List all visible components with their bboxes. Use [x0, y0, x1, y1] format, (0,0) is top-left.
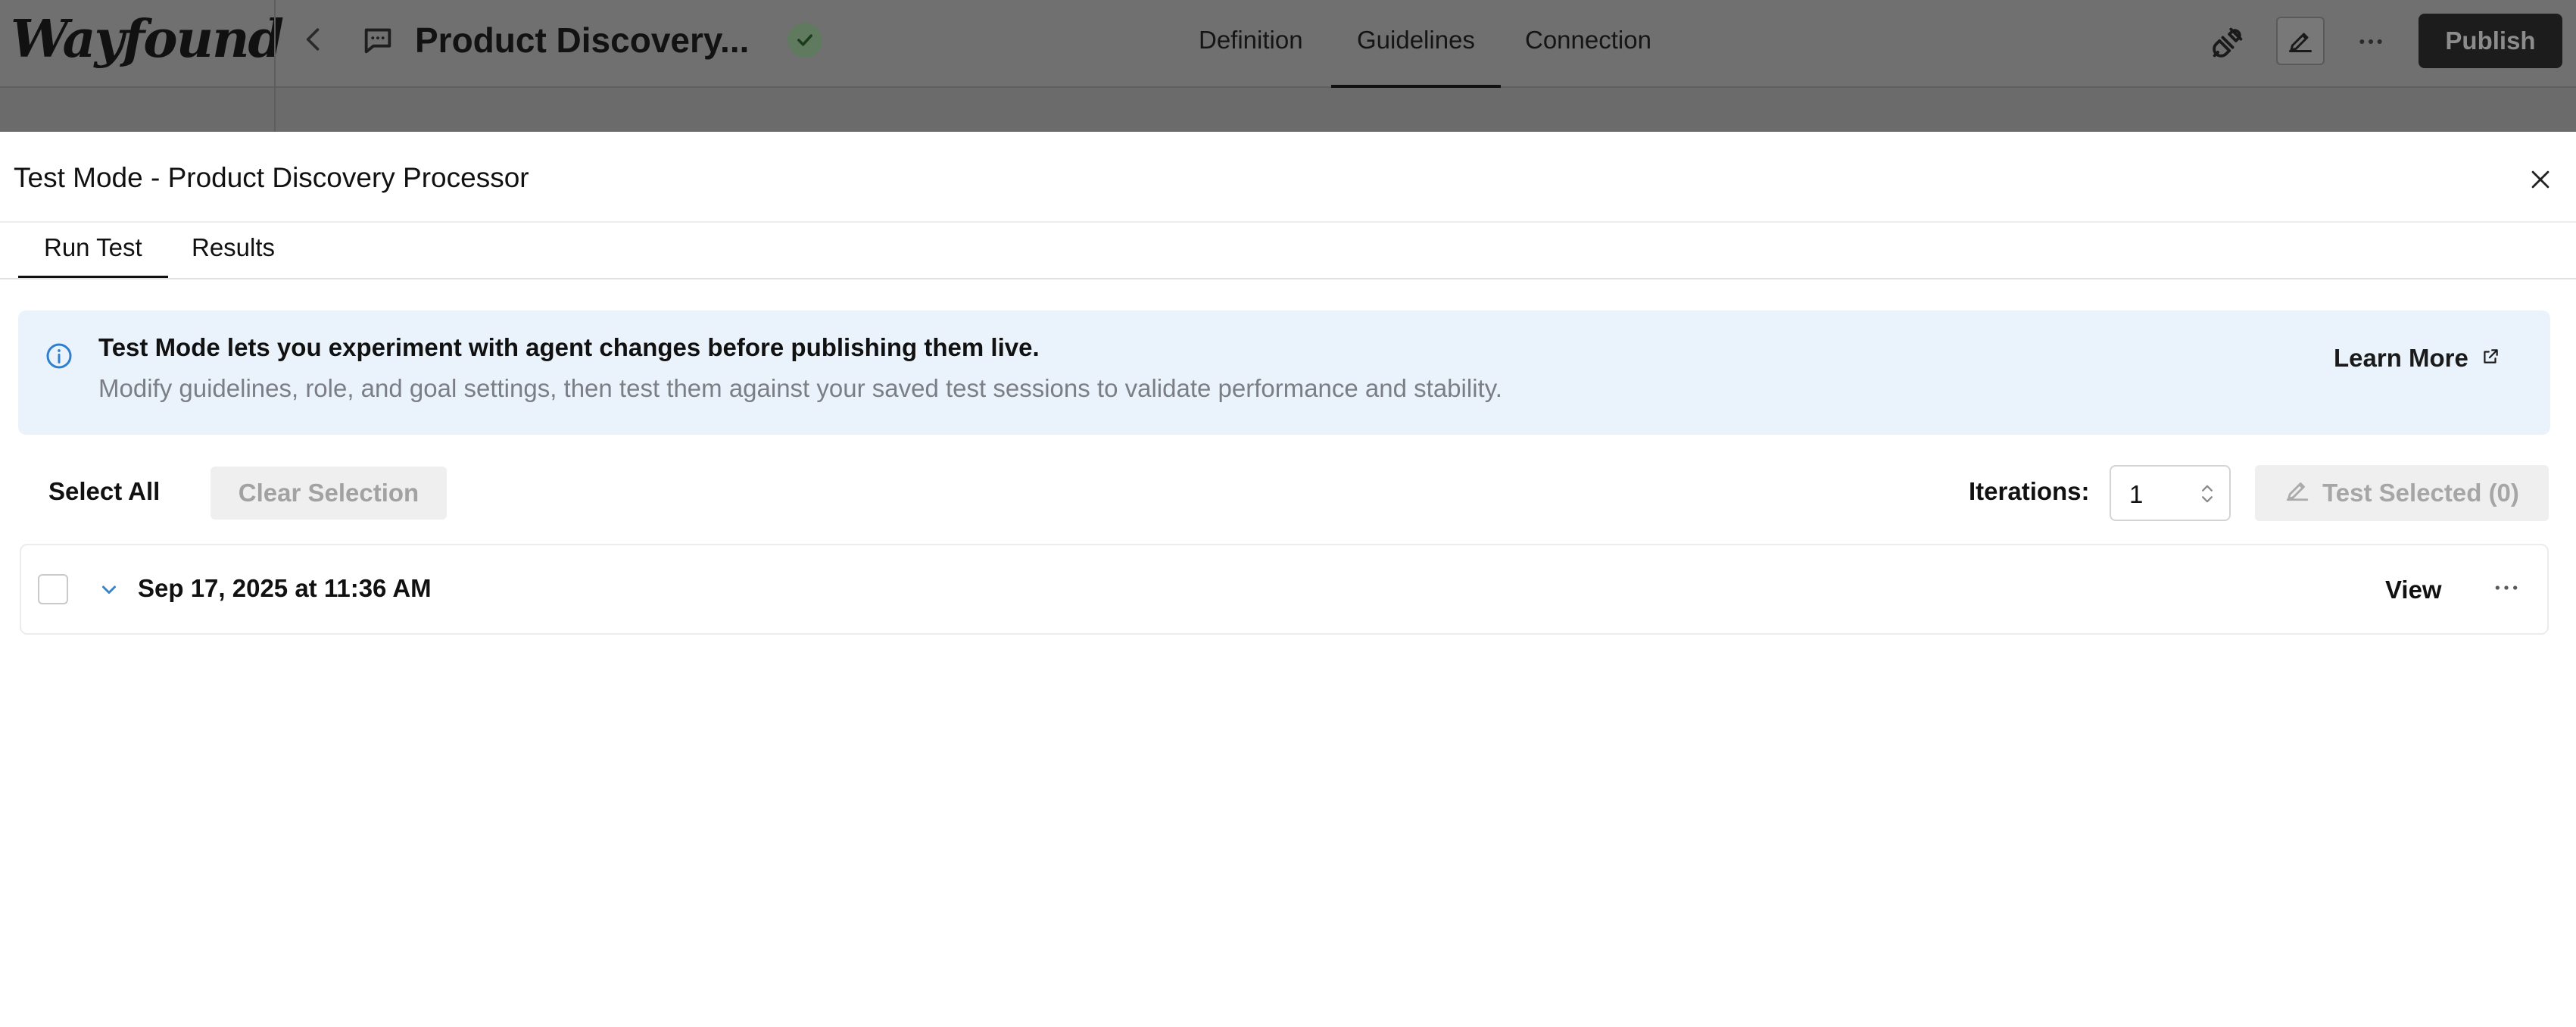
tab-run-test[interactable]: Run Test	[44, 233, 142, 262]
tab-results[interactable]: Results	[192, 233, 275, 262]
sidebar-divider	[274, 0, 276, 132]
clear-selection-button[interactable]: Clear Selection	[211, 467, 447, 520]
close-icon[interactable]	[2521, 161, 2559, 198]
chevron-down-icon[interactable]	[95, 576, 123, 603]
nav-tab-definition[interactable]: Definition	[1199, 26, 1303, 55]
test-selected-button[interactable]: Test Selected (0)	[2255, 465, 2549, 521]
check-icon	[787, 23, 822, 58]
tabs-divider	[0, 278, 2576, 279]
pen-test-icon	[2284, 477, 2310, 509]
learn-more-label: Learn More	[2334, 344, 2468, 372]
test-selected-label: Test Selected (0)	[2322, 479, 2519, 507]
session-row[interactable]: Sep 17, 2025 at 11:36 AM View	[20, 544, 2549, 635]
select-all-button[interactable]: Select All	[48, 477, 160, 506]
back-chevron-icon[interactable]	[297, 23, 330, 56]
modal-divider	[0, 221, 2576, 223]
iterations-label: Iterations:	[1969, 477, 2090, 505]
view-button[interactable]: View	[2385, 576, 2442, 604]
info-icon	[44, 341, 74, 371]
modal-title: Test Mode - Product Discovery Processor	[14, 162, 529, 193]
session-checkbox[interactable]	[38, 574, 68, 604]
more-icon[interactable]	[2491, 573, 2526, 607]
pen-edit-icon[interactable]	[2276, 17, 2325, 65]
more-icon[interactable]	[2352, 23, 2390, 61]
info-title: Test Mode lets you experiment with agent…	[98, 333, 1040, 361]
stepper-arrows-icon[interactable]	[2200, 482, 2214, 506]
wayfound-logo[interactable]: Wayfound	[11, 9, 284, 70]
nav-tab-connection[interactable]: Connection	[1525, 26, 1651, 55]
chat-bubble-icon	[359, 21, 397, 59]
app-header: Wayfound Product Discovery... Definition…	[0, 0, 2576, 88]
learn-more-link[interactable]: Learn More	[2334, 344, 2500, 373]
app-subheader	[0, 88, 2576, 132]
iterations-stepper[interactable]: 1	[2110, 465, 2231, 521]
agent-title: Product Discovery...	[415, 20, 750, 60]
session-date: Sep 17, 2025 at 11:36 AM	[138, 574, 432, 602]
info-description: Modify guidelines, role, and goal settin…	[98, 374, 1502, 402]
nav-tab-guidelines[interactable]: Guidelines	[1357, 26, 1475, 55]
iterations-value: 1	[2129, 480, 2144, 508]
publish-button[interactable]: Publish	[2419, 14, 2562, 68]
external-link-icon	[2481, 344, 2500, 373]
info-banner: Test Mode lets you experiment with agent…	[18, 311, 2550, 435]
plug-icon[interactable]	[2206, 21, 2249, 64]
test-mode-modal: Test Mode - Product Discovery Processor …	[0, 132, 2576, 1027]
